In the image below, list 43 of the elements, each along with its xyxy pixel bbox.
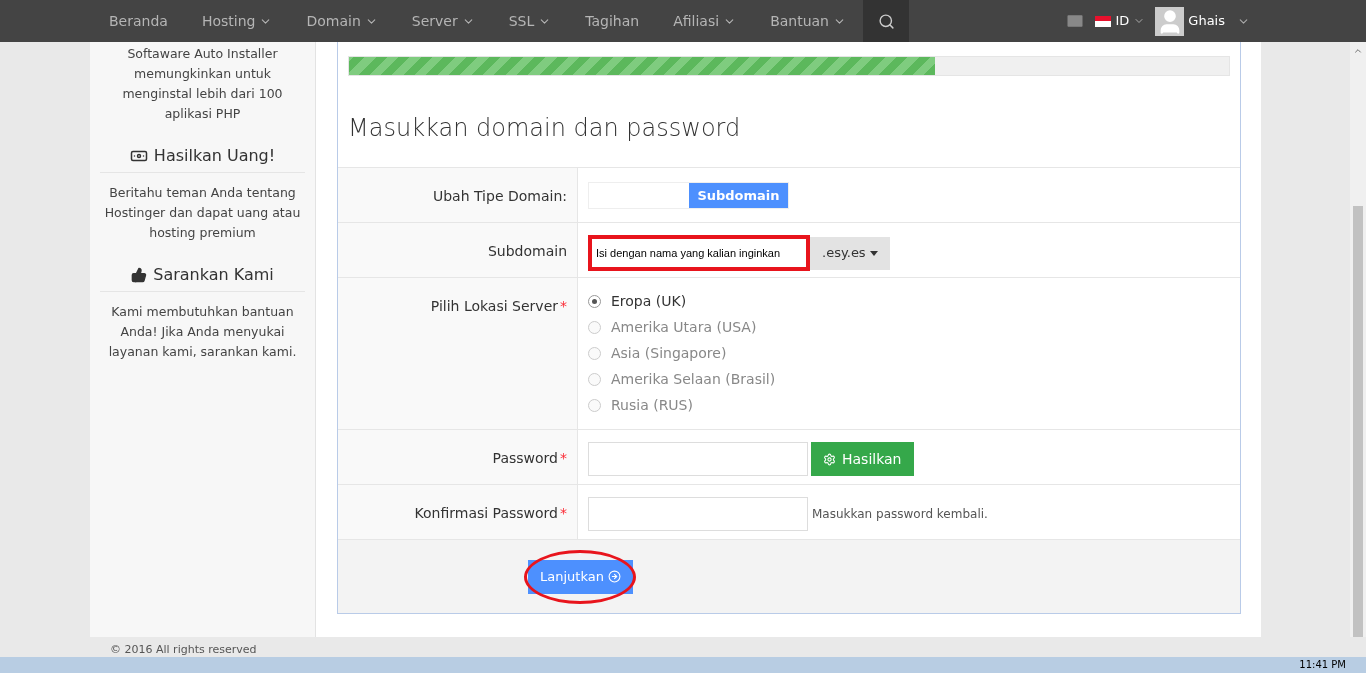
password-field[interactable] bbox=[588, 442, 808, 476]
subdomain-field[interactable]: Isi dengan nama yang kalian inginkan bbox=[588, 235, 810, 271]
field-label: Ubah Tipe Domain: bbox=[338, 168, 578, 222]
scrollbar-thumb[interactable] bbox=[1353, 205, 1363, 637]
sidebar-text: Softaware Auto Installer memungkinkan untuk menginstal lebih dari 100 aplikasi PHP bbox=[121, 45, 284, 123]
field-label: Password* bbox=[338, 430, 578, 484]
nav-link[interactable]: Beranda bbox=[92, 0, 185, 42]
field-hint: Masukkan password kembali. bbox=[812, 506, 988, 523]
copyright-text: © 2016 All rights reserved bbox=[110, 643, 257, 657]
domain-suffix-dropdown[interactable]: .esy.es bbox=[810, 236, 890, 270]
form-title: Masukkan domain dan password bbox=[348, 113, 742, 144]
sidebar-text: Kami membutuhkan bantuan Anda! Jika Anda menyukai layanan kami, sarankan kami. bbox=[107, 303, 298, 361]
generate-button[interactable]: Hasilkan bbox=[811, 442, 914, 476]
server-location-option[interactable]: Eropa (UK) bbox=[588, 292, 1240, 311]
subdomain-button[interactable]: Subdomain bbox=[689, 183, 788, 208]
search-button[interactable] bbox=[863, 0, 909, 42]
sidebar-heading: Hasilkan Uang! bbox=[100, 144, 305, 173]
search-icon bbox=[877, 12, 895, 30]
continue-button[interactable]: Lanjutkan bbox=[528, 559, 633, 594]
field-label: Konfirmasi Password* bbox=[338, 485, 578, 539]
confirm-password-field[interactable] bbox=[588, 497, 808, 531]
sidebar-heading: Sarankan Kami bbox=[100, 263, 305, 292]
nav-link[interactable]: Server bbox=[394, 0, 492, 42]
domain-type-toggle[interactable]: Subdomain bbox=[588, 182, 789, 209]
thumbs-up-icon bbox=[131, 267, 148, 283]
avatar-icon bbox=[1155, 6, 1185, 36]
nav-link[interactable]: Afiliasi bbox=[656, 0, 754, 42]
nav-link[interactable]: Bantuan bbox=[753, 0, 863, 42]
scroll-up-icon[interactable] bbox=[1353, 46, 1363, 56]
clock-text: 11:41 PM bbox=[1299, 660, 1346, 670]
user-menu[interactable]: Ghais bbox=[1155, 6, 1250, 36]
nav-link[interactable]: SSL bbox=[491, 0, 569, 42]
arrow-right-icon bbox=[607, 570, 621, 583]
settings-icon bbox=[823, 452, 836, 466]
caret-icon bbox=[869, 250, 878, 256]
sidebar-text: Beritahu teman Anda tentang Hostinger dan dapat uang atau hosting premium bbox=[103, 184, 302, 242]
language-selector[interactable]: ID bbox=[1095, 11, 1146, 31]
nav-link[interactable]: Tagihan bbox=[568, 0, 657, 42]
field-label: Pilih Lokasi Server* bbox=[338, 278, 578, 429]
flag-icon bbox=[1095, 15, 1112, 27]
nav-link[interactable]: Hosting bbox=[184, 0, 290, 42]
field-label: Subdomain bbox=[338, 223, 578, 277]
nav-link[interactable]: Domain bbox=[289, 0, 395, 42]
